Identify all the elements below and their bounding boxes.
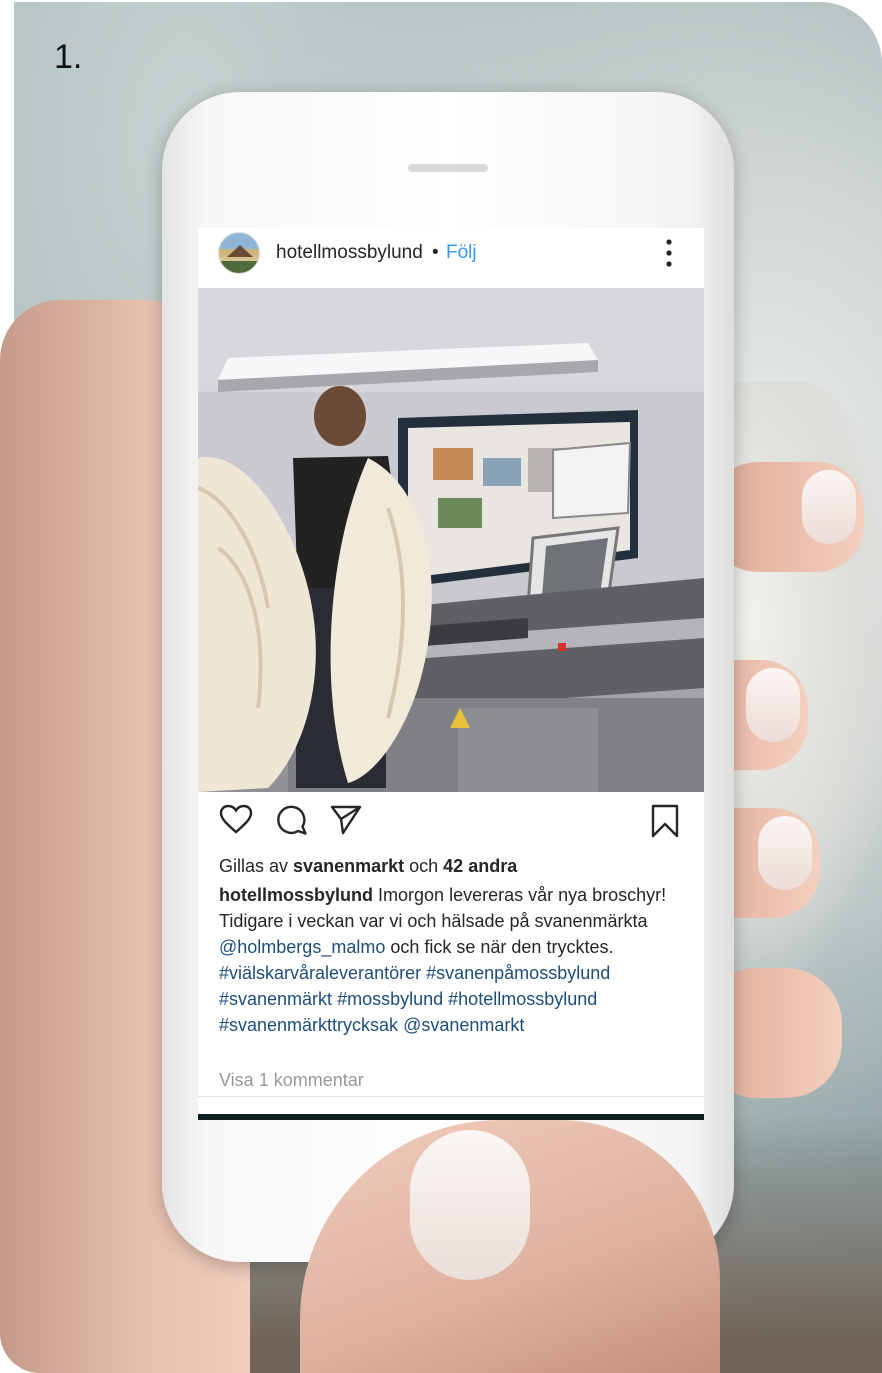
likes-middle: och (409, 856, 439, 876)
likes-prefix: Gillas av (219, 856, 289, 876)
caption-text: och fick se när den trycktes. (390, 937, 614, 957)
hashtag-link[interactable]: #svanenmärkttrycksak (219, 1015, 398, 1035)
post-header: hotellmossbylund • Följ (198, 228, 704, 288)
hashtag-link[interactable]: #svanenpåmossbylund (426, 963, 610, 983)
header-separator: • (432, 242, 439, 263)
thumbnail (410, 1130, 530, 1280)
divider (198, 1096, 704, 1097)
bookmark-icon[interactable] (650, 804, 680, 838)
follow-button[interactable]: Följ (446, 242, 477, 264)
view-comments-link[interactable]: Visa 1 kommentar (219, 1070, 364, 1091)
more-vertical-icon[interactable] (664, 238, 674, 268)
instagram-post-screen: hotellmossbylund • Följ Gillas av svanen… (198, 228, 704, 1120)
send-icon[interactable] (330, 804, 362, 836)
fingernail (802, 470, 856, 544)
post-caption: hotellmossbylund Imorgon levereras vår n… (219, 882, 689, 1038)
avatar[interactable] (218, 232, 260, 274)
hashtag-link[interactable]: #mossbylund (337, 989, 443, 1009)
likes-line: Gillas av svanenmarkt och 42 andra (219, 856, 517, 877)
mention-link[interactable]: @svanenmarkt (403, 1015, 524, 1035)
hashtag-link[interactable]: #hotellmossbylund (448, 989, 597, 1009)
likes-others[interactable]: 42 andra (443, 856, 517, 876)
slide-number: 1. (54, 38, 83, 76)
hashtag-link[interactable]: #svanenmärkt (219, 989, 332, 1009)
fingernail (746, 668, 800, 742)
post-actions (198, 804, 704, 848)
liked-by-user[interactable]: svanenmarkt (293, 856, 404, 876)
username-link[interactable]: hotellmossbylund (276, 242, 423, 264)
print-shop-photo (198, 288, 704, 792)
comment-icon[interactable] (276, 804, 308, 836)
hashtag-link[interactable]: #viälskarvåraleverantörer (219, 963, 421, 983)
caption-author[interactable]: hotellmossbylund (219, 885, 373, 905)
mention-link[interactable]: @holmbergs_malmo (219, 937, 385, 957)
earpiece (408, 164, 488, 172)
avatar-house-graphic (227, 245, 253, 257)
post-photo[interactable] (198, 288, 704, 792)
heart-icon[interactable] (219, 804, 253, 834)
fingernail (758, 816, 812, 890)
